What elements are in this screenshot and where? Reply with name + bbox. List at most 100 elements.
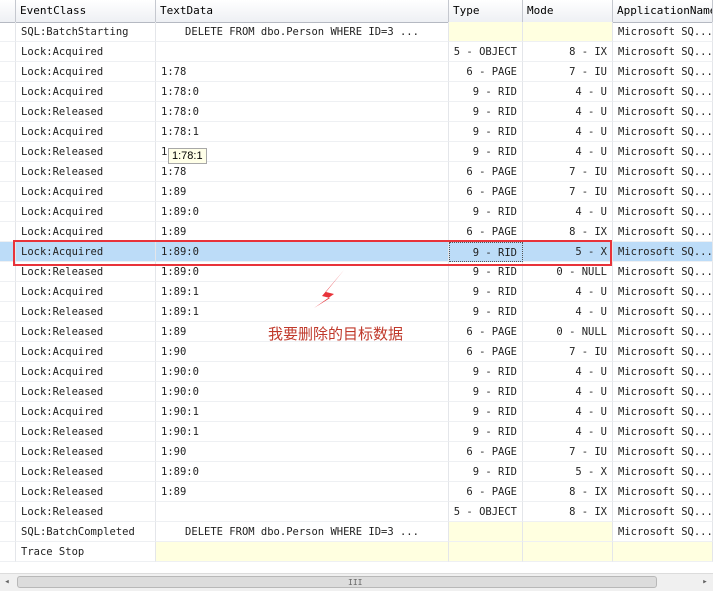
table-row[interactable]: Lock:Acquired 1:89:0 9 - RID 4 - U Microsoft… [0, 202, 713, 222]
column-header-mode[interactable]: Mode [523, 0, 613, 22]
cell-eventclass: SQL:BatchCompleted [16, 522, 156, 542]
table-row[interactable]: Lock:Released 1:78:0 9 - RID 4 - U Microsoft… [0, 102, 713, 122]
cell-mode: 7 - IU [523, 62, 613, 82]
row-indicator [0, 162, 16, 182]
column-header-textdata[interactable]: TextData [156, 0, 449, 22]
cell-type: 9 - RID [449, 202, 523, 222]
cell-textdata: 1:78:1 [156, 122, 449, 142]
cell-type: 9 - RID [449, 422, 523, 442]
table-row[interactable]: Lock:Released 1:90:1 9 - RID 4 - U Microsoft… [0, 422, 713, 442]
horizontal-scrollbar[interactable]: ◂ III ▸ [0, 573, 713, 591]
scrollbar-thumb[interactable]: III [17, 576, 657, 588]
cell-applicationname: Microsoft SQ... [613, 262, 713, 282]
cell-eventclass: Lock:Acquired [16, 202, 156, 222]
cell-textdata: 1:90:1 [156, 402, 449, 422]
table-row[interactable]: Lock:Acquired 1:78:1 9 - RID 4 - U Microsoft… [0, 122, 713, 142]
cell-tooltip: 1:78:1 [168, 148, 207, 164]
table-row[interactable]: Lock:Acquired 1:89:1 9 - RID 4 - U Microsoft… [0, 282, 713, 302]
table-row[interactable]: Lock:Released 1:90:0 9 - RID 4 - U Microsoft… [0, 382, 713, 402]
row-indicator [0, 202, 16, 222]
cell-mode: 4 - U [523, 102, 613, 122]
cell-eventclass: Lock:Released [16, 302, 156, 322]
cell-type: 6 - PAGE [449, 222, 523, 242]
cell-type: 6 - PAGE [449, 162, 523, 182]
cell-type: 9 - RID [449, 462, 523, 482]
cell-mode [523, 22, 613, 42]
cell-textdata: 1:90 [156, 442, 449, 462]
cell-eventclass: Lock:Acquired [16, 182, 156, 202]
cell-mode: 4 - U [523, 302, 613, 322]
table-row[interactable]: Lock:Released 5 - OBJECT 8 - IX Microsoft S… [0, 502, 713, 522]
table-row[interactable]: Lock:Released 1:89:1 9 - RID 4 - U Microsoft… [0, 302, 713, 322]
cell-eventclass: Lock:Acquired [16, 282, 156, 302]
cell-textdata: DELETE FROM dbo.Person WHERE ID=3 ... [156, 22, 449, 42]
cell-type: 9 - RID [449, 282, 523, 302]
cell-eventclass: Trace Stop [16, 542, 156, 562]
table-row[interactable]: Lock:Acquired 1:90:1 9 - RID 4 - U Microsoft… [0, 402, 713, 422]
table-row[interactable]: SQL:BatchStarting DELETE FROM dbo.Person … [0, 22, 713, 42]
cell-eventclass: Lock:Released [16, 482, 156, 502]
cell-textdata: DELETE FROM dbo.Person WHERE ID=3 ... [156, 522, 449, 542]
column-header-applicationname[interactable]: ApplicationName [613, 0, 713, 22]
row-indicator [0, 342, 16, 362]
cell-type: 9 - RID [449, 122, 523, 142]
column-header-eventclass[interactable]: EventClass [16, 0, 156, 22]
cell-applicationname [613, 542, 713, 562]
table-row[interactable]: Lock:Released 1:90 6 - PAGE 7 - IU Microsoft… [0, 442, 713, 462]
cell-applicationname: Microsoft SQ... [613, 522, 713, 542]
scrollbar-grip-icon: III [348, 578, 363, 587]
row-indicator [0, 402, 16, 422]
cell-type: 9 - RID [449, 302, 523, 322]
table-row[interactable]: Trace Stop [0, 542, 713, 562]
target-row-highlight [13, 240, 612, 266]
cell-applicationname: Microsoft SQ... [613, 402, 713, 422]
cell-mode: 7 - IU [523, 162, 613, 182]
scroll-right-icon[interactable]: ▸ [700, 577, 710, 587]
cell-mode: 4 - U [523, 402, 613, 422]
cell-eventclass: Lock:Released [16, 502, 156, 522]
table-row[interactable]: Lock:Acquired 1:89 6 - PAGE 7 - IU Microsoft… [0, 182, 713, 202]
cell-applicationname: Microsoft SQ... [613, 182, 713, 202]
table-row[interactable]: Lock:Released 1:89:0 9 - RID 5 - X Microsoft… [0, 462, 713, 482]
table-row[interactable]: Lock:Acquired 5 - OBJECT 8 - IX Microsoft S… [0, 42, 713, 62]
cell-type [449, 22, 523, 42]
cell-mode: 4 - U [523, 122, 613, 142]
column-header-type[interactable]: Type [449, 0, 523, 22]
cell-eventclass: Lock:Released [16, 322, 156, 342]
table-row[interactable]: Lock:Acquired 1:78 6 - PAGE 7 - IU Microsoft… [0, 62, 713, 82]
cell-applicationname: Microsoft SQ... [613, 202, 713, 222]
cell-type: 9 - RID [449, 402, 523, 422]
table-row[interactable]: Lock:Acquired 1:78:0 9 - RID 4 - U Microsoft… [0, 82, 713, 102]
table-row[interactable]: SQL:BatchCompleted DELETE FROM dbo.Person… [0, 522, 713, 542]
row-indicator [0, 142, 16, 162]
cell-eventclass: Lock:Released [16, 422, 156, 442]
cell-applicationname: Microsoft SQ... [613, 242, 713, 262]
cell-applicationname: Microsoft SQ... [613, 162, 713, 182]
row-indicator [0, 382, 16, 402]
cell-mode: 7 - IU [523, 342, 613, 362]
table-row[interactable]: Lock:Acquired 1:90:0 9 - RID 4 - U Microsoft… [0, 362, 713, 382]
cell-eventclass: SQL:BatchStarting [16, 22, 156, 42]
cell-eventclass: Lock:Acquired [16, 342, 156, 362]
cell-textdata: 1:89:0 [156, 202, 449, 222]
table-row[interactable]: Lock:Released 1:89 6 - PAGE 8 - IX Microsoft… [0, 482, 713, 502]
cell-applicationname: Microsoft SQ... [613, 482, 713, 502]
cell-type: 9 - RID [449, 382, 523, 402]
table-row[interactable]: Lock:Released 1:78 6 - PAGE 7 - IU Microsoft… [0, 162, 713, 182]
row-indicator [0, 282, 16, 302]
cell-mode: 7 - IU [523, 442, 613, 462]
row-indicator [0, 322, 16, 342]
cell-textdata [156, 42, 449, 62]
cell-applicationname: Microsoft SQ... [613, 122, 713, 142]
row-indicator [0, 102, 16, 122]
cell-applicationname: Microsoft SQ... [613, 422, 713, 442]
table-row[interactable]: Lock:Released 1 9 - RID 4 - U Microsoft SQ..… [0, 142, 713, 162]
scroll-left-icon[interactable]: ◂ [2, 577, 12, 587]
cell-type: 6 - PAGE [449, 182, 523, 202]
cell-textdata: 1:78:0 [156, 102, 449, 122]
row-indicator [0, 462, 16, 482]
cell-textdata: 1:90:0 [156, 362, 449, 382]
cell-textdata: 1:90:0 [156, 382, 449, 402]
table-row[interactable]: Lock:Acquired 1:89 6 - PAGE 8 - IX Microsoft… [0, 222, 713, 242]
cell-mode: 4 - U [523, 282, 613, 302]
